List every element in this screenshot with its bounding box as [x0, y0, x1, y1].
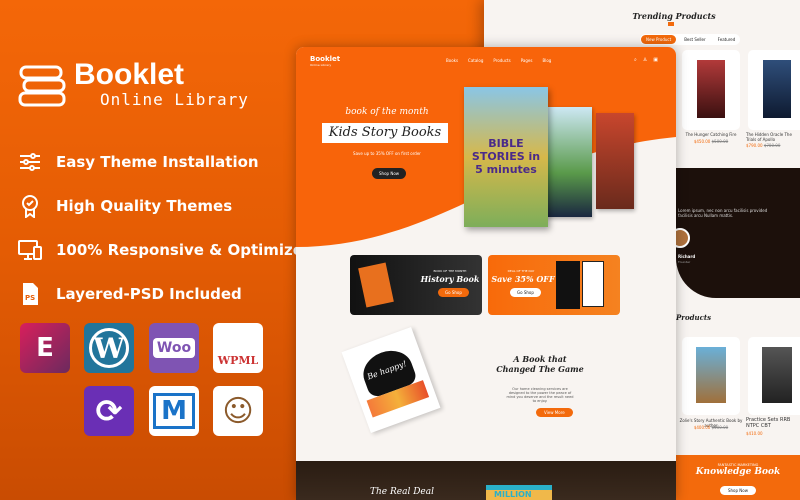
bible-stories-cover: BIBLE STORIES in 5 minutes [464, 87, 548, 227]
book-cover [582, 261, 604, 307]
updater-logo: ⟳ [84, 386, 134, 436]
feature-title: A Book that Changed The Game [496, 354, 584, 374]
product-name[interactable]: The Hunger Catching Fire [674, 132, 748, 137]
front-screenshot: Booklet Online Library Books Catalog Prod… [296, 47, 676, 500]
nav-logo[interactable]: Booklet Online Library [310, 55, 340, 67]
feature-label: Layered-PSD Included [56, 285, 242, 303]
testimonial-name: Richard [678, 254, 696, 259]
go-shop-button[interactable]: Go Shop [438, 288, 469, 297]
title-divider [668, 22, 674, 26]
testimonial-role: Founder [678, 260, 691, 264]
woocommerce-logo: Woo [149, 323, 199, 373]
promo-banner: FANTASTIC MARKETING Knowledge Book Shop … [676, 455, 800, 500]
product-price: $410.00 [746, 431, 763, 436]
go-shop-button[interactable]: Go Shop [510, 288, 541, 297]
nav-item-pages[interactable]: Pages [521, 58, 533, 63]
feature-item: PS Layered-PSD Included [18, 272, 314, 316]
sliders-icon [20, 153, 40, 171]
tab-featured[interactable]: Featured [714, 35, 740, 44]
history-book-banner[interactable]: BOOK OF THE MONTH History Book Go Shop [350, 255, 482, 315]
book-cover: MILLION [486, 485, 552, 500]
trending-title: Trending Products [632, 11, 716, 21]
book-cover [546, 107, 592, 217]
feature-label: High Quality Themes [56, 197, 233, 215]
mailchimp-logo: ☺ [213, 386, 263, 436]
feature-label: Easy Theme Installation [56, 153, 259, 171]
product-price: $400.00 $500.00 [693, 425, 729, 430]
hero-title: Kids Story Books [322, 123, 448, 143]
hero-subtitle: Save up to 35% OFF on first order [353, 151, 421, 156]
feature-label: 100% Responsive & Optimized [56, 241, 314, 259]
testimonial-quote: Lorem ipsum, nec non arcu facilisis prov… [678, 208, 768, 218]
book-cover [596, 113, 634, 209]
cart-icon[interactable]: ▣ [653, 57, 658, 63]
real-deal-title: The Real Deal [370, 487, 434, 497]
book-cover [763, 60, 791, 118]
product-card[interactable] [748, 337, 800, 415]
feature-body: Our home cleaning services are designed … [506, 387, 574, 403]
nav-item-catalog[interactable]: Catalog [468, 58, 483, 63]
product-name[interactable]: Practice Sets RRB NTPC CBT [746, 417, 798, 429]
product-card[interactable] [682, 50, 740, 130]
products-title: Products [676, 313, 712, 322]
deal-banner[interactable]: DEAL OF THE DAY Save 35% OFF Go Shop [488, 255, 620, 315]
book-cover [762, 347, 792, 403]
tab-best-seller[interactable]: Best Seller [680, 35, 709, 44]
promo-title: Knowledge Book [695, 467, 781, 477]
book-cover [697, 60, 725, 118]
banner-title: Save 35% OFF [491, 274, 555, 284]
feature-list: Easy Theme Installation High Quality The… [18, 140, 314, 316]
banner-title: History Book [420, 274, 480, 284]
banner-kicker: BOOK OF THE MONTH [433, 269, 467, 273]
book-cover [696, 347, 726, 403]
brand-logo: Booklet Online Library [18, 60, 249, 109]
be-happy-book: Be happy! [341, 326, 441, 434]
product-card[interactable] [682, 337, 740, 415]
product-price: $790.00 $780.00 [746, 143, 781, 148]
nav-item-books[interactable]: Books [446, 58, 458, 63]
mega-menu-logo: M [149, 386, 199, 436]
search-icon[interactable]: ⌕ [634, 57, 637, 63]
feature-item: High Quality Themes [18, 184, 314, 228]
product-price: $450.00 $500.00 [693, 139, 729, 144]
wordpress-logo: W [84, 323, 134, 373]
tab-new-product[interactable]: New Product [641, 35, 677, 44]
view-more-button[interactable]: View More [536, 408, 573, 417]
nav-item-products[interactable]: Products [493, 58, 510, 63]
book-cover [556, 261, 580, 309]
book-cover [358, 262, 394, 308]
psd-file-icon: PS [23, 283, 38, 305]
product-name[interactable]: The Hidden Oracle The Trials of Apollo [746, 132, 798, 142]
feature-item: Easy Theme Installation [18, 140, 314, 184]
feature-item: 100% Responsive & Optimized [18, 228, 314, 272]
badge-check-icon [22, 195, 38, 218]
elementor-logo: E [20, 323, 70, 373]
svg-text:PS: PS [25, 294, 35, 302]
banner-kicker: DEAL OF THE DAY [507, 269, 535, 273]
books-logo-icon [18, 65, 66, 106]
user-icon[interactable]: ♙ [643, 57, 647, 63]
hero-kicker: book of the month [345, 107, 429, 117]
shop-now-button[interactable]: Shop Now [372, 168, 407, 179]
brand-name: Booklet [74, 58, 185, 91]
real-deal-section: The Real Deal MILLION [296, 461, 676, 500]
devices-icon [18, 240, 42, 260]
product-card[interactable] [748, 50, 800, 130]
testimonial-section: Lorem ipsum, nec non arcu facilisis prov… [670, 168, 800, 298]
wpml-logo: WPML [213, 323, 263, 373]
nav-item-blog[interactable]: Blog [542, 58, 551, 63]
nav-menu: Books Catalog Products Pages Blog [446, 58, 551, 63]
shop-now-button[interactable]: Shop Now [719, 486, 757, 495]
brand-tagline: Online Library [100, 90, 249, 109]
